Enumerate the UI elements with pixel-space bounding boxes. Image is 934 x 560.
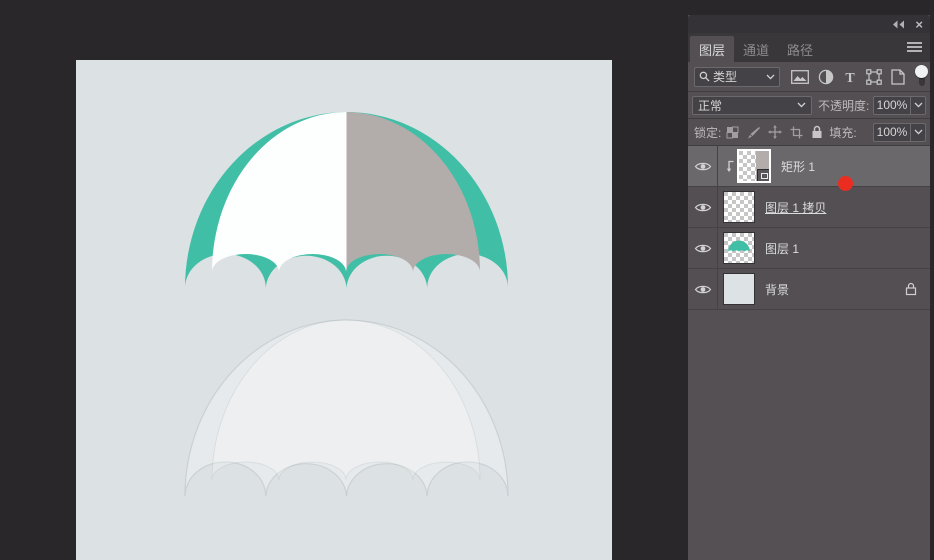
chevron-down-icon (914, 102, 922, 108)
fill-dropdown-button[interactable] (910, 122, 926, 142)
eye-icon (694, 203, 711, 211)
panel-menu-icon[interactable] (907, 42, 922, 52)
filter-kind-icons: T (791, 68, 905, 85)
layer-row-background[interactable]: 背景 (688, 269, 930, 310)
layer-thumbnail[interactable] (723, 191, 755, 223)
clipping-mask-arrow-icon (721, 160, 737, 173)
type-layer-filter-icon[interactable]: T (843, 70, 857, 84)
pixel-layer-filter-icon[interactable] (791, 69, 809, 84)
tab-channels[interactable]: 通道 (734, 36, 778, 62)
layer-name[interactable]: 矩形 1 (781, 158, 815, 175)
lock-fill-row: 锁定: 填充: 100% (688, 119, 930, 146)
blend-mode-value: 正常 (698, 98, 723, 113)
background-lock-icon (905, 282, 917, 296)
eye-icon (694, 285, 711, 293)
panel-titlebar: × (688, 15, 930, 33)
layers-list: 矩形 1 图层 1 拷贝 图层 1 背景 (688, 146, 930, 310)
opacity-dropdown-button[interactable] (910, 95, 926, 115)
layer-name[interactable]: 图层 1 拷贝 (765, 199, 826, 216)
opacity-label: 不透明度: (818, 98, 870, 113)
chevron-down-icon (797, 102, 806, 108)
umbrella-ghost-copy (184, 319, 509, 497)
fill-value-field[interactable]: 100% (873, 122, 910, 142)
lock-position-move-icon[interactable] (768, 125, 783, 139)
lock-all-icon[interactable] (811, 125, 823, 139)
eye-icon (694, 244, 711, 252)
visibility-toggle[interactable] (688, 146, 718, 186)
layer-row-layer-1-copy[interactable]: 图层 1 拷贝 (688, 187, 930, 228)
layer-filter-row: 类型 T (688, 62, 930, 92)
blend-mode-dropdown[interactable]: 正常 (692, 95, 812, 115)
eye-icon (694, 162, 711, 170)
shape-layer-filter-icon[interactable] (866, 68, 882, 85)
filter-type-label: 类型 (713, 70, 738, 84)
thumbnail-umbrella-shape (728, 240, 750, 252)
lock-artboard-icon[interactable] (790, 126, 803, 139)
panel-empty-area (688, 310, 930, 560)
layer-name[interactable]: 图层 1 (765, 240, 799, 257)
chevron-down-icon (766, 74, 775, 80)
lock-transparency-icon[interactable] (726, 126, 739, 139)
layer-name[interactable]: 背景 (765, 281, 789, 298)
adjustment-layer-filter-icon[interactable] (818, 69, 834, 85)
svg-text:T: T (845, 71, 855, 84)
lock-pixels-brush-icon[interactable] (747, 126, 761, 139)
layers-panel: × 图层 通道 路径 类型 T 正常 不透明度: 100% 锁定: 填充: 10… (688, 15, 930, 560)
document-canvas[interactable] (76, 60, 612, 560)
red-click-indicator-dot (838, 176, 853, 191)
tab-paths[interactable]: 路径 (778, 36, 822, 62)
panel-tabbar: 图层 通道 路径 (688, 33, 930, 62)
layer-row-rectangle-1[interactable]: 矩形 1 (688, 146, 930, 187)
visibility-toggle[interactable] (688, 228, 718, 268)
chevron-down-icon (914, 129, 922, 135)
visibility-toggle[interactable] (688, 269, 718, 309)
search-icon (699, 71, 710, 82)
lock-label: 锁定: (694, 125, 722, 140)
collapse-panel-icon[interactable] (892, 20, 905, 29)
fill-label: 填充: (829, 125, 857, 140)
blend-opacity-row: 正常 不透明度: 100% (688, 92, 930, 119)
visibility-toggle[interactable] (688, 187, 718, 227)
umbrella-artwork (184, 112, 509, 497)
tab-layers[interactable]: 图层 (690, 36, 735, 62)
filter-type-dropdown[interactable]: 类型 (694, 66, 780, 87)
close-panel-icon[interactable]: × (915, 18, 923, 31)
vector-mask-badge-icon (757, 169, 769, 181)
opacity-value-field[interactable]: 100% (873, 95, 910, 115)
layer-thumbnail[interactable] (737, 149, 771, 183)
layer-thumbnail[interactable] (723, 232, 755, 264)
layer-row-layer-1[interactable]: 图层 1 (688, 228, 930, 269)
smart-object-filter-icon[interactable] (891, 68, 905, 85)
layer-thumbnail[interactable] (723, 273, 755, 305)
filter-on-off-toggle[interactable] (915, 65, 929, 88)
